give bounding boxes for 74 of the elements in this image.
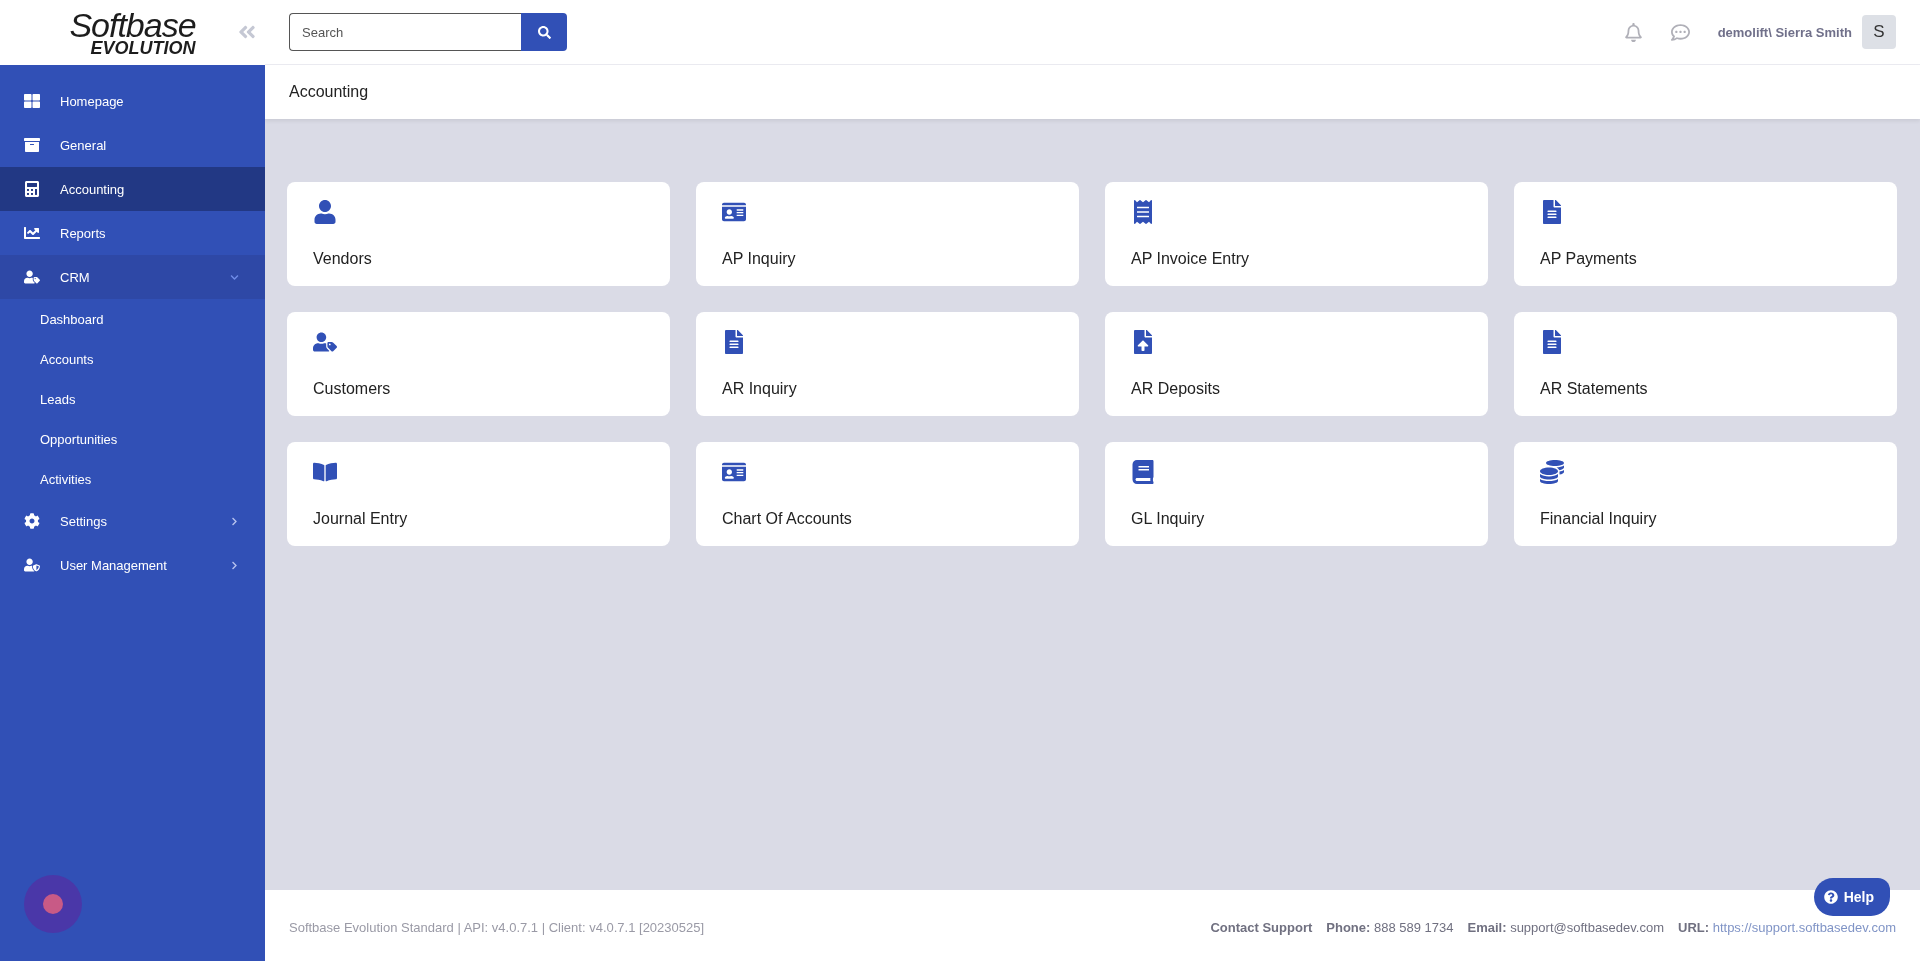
submenu-item[interactable]: Dashboard [0,299,265,339]
sidebar-item[interactable]: Homepage [0,79,265,123]
sidebar-item[interactable]: Settings [0,499,265,543]
user-icon [313,200,337,224]
card-label: Financial Inquiry [1540,510,1658,528]
contact-field: Phone: 888 589 1734 [1326,920,1454,935]
module-card[interactable]: AP Invoice Entry [1105,182,1488,286]
avatar[interactable]: S [1862,15,1896,49]
card-label: AR Deposits [1131,380,1221,398]
sidebar-item[interactable]: Reports [0,211,265,255]
submenu-item[interactable]: Leads [0,379,265,419]
bell-icon[interactable] [1623,22,1643,42]
module-card[interactable]: AP Payments [1514,182,1897,286]
card-label: AP Invoice Entry [1131,250,1250,268]
card-label: GL Inquiry [1131,510,1206,528]
archive-icon [24,137,40,153]
version-text: Softbase Evolution Standard | API: v4.0.7.1 | Client: v4.0.7.1 [20230525] [289,920,705,935]
user-shield-icon [24,557,40,573]
user-name: demolift\ Sierra Smith [1717,24,1852,40]
submenu-item[interactable]: Opportunities [0,419,265,459]
open-book-icon [313,460,337,484]
module-card[interactable]: AR Inquiry [696,312,1079,416]
card-label: Journal Entry [313,510,409,528]
search-icon [537,25,551,39]
grid-icon [24,93,40,109]
gear-icon [24,513,40,529]
search-button[interactable] [521,13,567,51]
contact-label: Contact Support [1210,920,1313,935]
card-label: Vendors [313,250,373,268]
module-card[interactable]: AR Deposits [1105,312,1488,416]
book-icon [1131,460,1155,484]
module-card[interactable]: Journal Entry [287,442,670,546]
chart-icon [24,225,40,241]
user-tag-icon [24,269,40,285]
chevron-right-icon [230,516,239,526]
receipt-icon [1131,200,1155,224]
card-label: AR Inquiry [722,380,798,398]
module-card[interactable]: Chart Of Accounts [696,442,1079,546]
upload-icon [1131,330,1155,354]
card-label: Chart Of Accounts [722,510,853,528]
sidebar-item[interactable]: User Management [0,543,265,587]
submenu-item[interactable]: Activities [0,459,265,499]
module-card[interactable]: GL Inquiry [1105,442,1488,546]
chevron-right-icon [230,560,239,570]
sidebar-item[interactable]: General [0,123,265,167]
user-tag-icon [313,330,337,354]
coins-icon [1540,460,1564,484]
card-label: AP Payments [1540,250,1638,268]
search-field[interactable]: Search [289,13,521,51]
help-icon [1823,890,1838,904]
chevron-down-icon [230,272,239,282]
card-label: AR Statements [1540,380,1649,398]
chat-icon[interactable] [1670,22,1690,42]
module-card[interactable]: AR Statements [1514,312,1897,416]
card-label: Customers [313,380,392,398]
calculator-icon [24,181,40,197]
module-card[interactable]: Financial Inquiry [1514,442,1897,546]
id-card-icon [722,460,746,484]
document-icon [1540,200,1564,224]
help-button[interactable]: Help [1813,878,1890,916]
document-icon [1540,330,1564,354]
module-card[interactable]: AP Inquiry [696,182,1079,286]
sidebar-item[interactable]: CRM [0,255,265,299]
contact-field: Email: support@softbasedev.com [1467,920,1664,935]
contact-field: URL: https://support.softbasedev.com [1678,920,1896,935]
module-card[interactable]: Customers [287,312,670,416]
module-card[interactable]: Vendors [287,182,670,286]
card-label: AP Inquiry [722,250,797,268]
page-title: Accounting [289,83,369,101]
submenu-item[interactable]: Accounts [0,339,265,379]
logo: Softbase EVOLUTION [69,8,196,57]
sidebar-item[interactable]: Accounting [0,167,265,211]
document-icon [722,330,746,354]
id-card-icon [722,200,746,224]
